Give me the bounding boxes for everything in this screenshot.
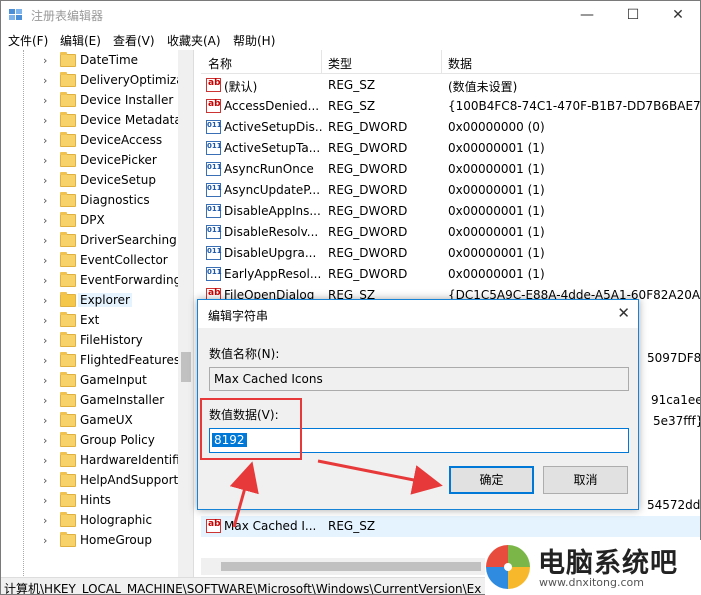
arrow-to-data-field <box>229 461 259 528</box>
watermark-brand: 电脑系统吧 <box>538 548 678 579</box>
watermark-url: www.dnxitong.com <box>539 576 644 589</box>
site-watermark: 电脑系统吧 www.dnxitong.com <box>485 540 701 595</box>
windows-logo-icon <box>486 545 530 589</box>
annotation-arrows <box>229 459 443 528</box>
arrow-to-ok-button <box>317 459 443 495</box>
